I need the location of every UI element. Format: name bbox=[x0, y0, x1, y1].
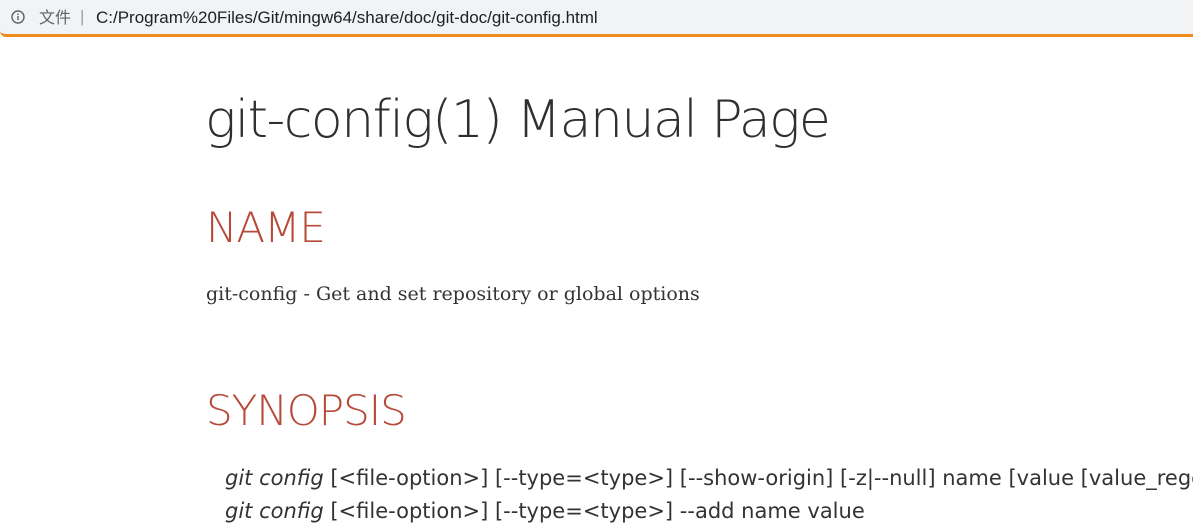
synopsis-args: [<file-option>] [--type=<type>] [--show-… bbox=[323, 466, 1193, 490]
page-content: git-config(1) Manual Page NAME git-confi… bbox=[0, 37, 1193, 526]
name-section-description: git-config - Get and set repository or g… bbox=[206, 283, 700, 305]
synopsis-section-heading: SYNOPSIS bbox=[206, 386, 407, 435]
url-text[interactable]: C:/Program%20Files/Git/mingw64/share/doc… bbox=[96, 8, 598, 28]
address-bar[interactable]: 文件 | C:/Program%20Files/Git/mingw64/shar… bbox=[0, 0, 1193, 37]
synopsis-args: [<file-option>] [--type=<type>] --add na… bbox=[323, 499, 865, 523]
synopsis-line: git config [<file-option>] [--type=<type… bbox=[225, 497, 865, 525]
synopsis-command: git config bbox=[225, 499, 324, 523]
file-scheme-label: 文件 bbox=[39, 8, 72, 27]
synopsis-line: git config [<file-option>] [--type=<type… bbox=[225, 464, 1193, 492]
info-icon[interactable] bbox=[11, 10, 25, 24]
name-section-heading: NAME bbox=[206, 203, 326, 252]
synopsis-command: git config bbox=[225, 466, 324, 490]
address-separator: | bbox=[80, 7, 85, 26]
page-title: git-config(1) Manual Page bbox=[205, 90, 831, 150]
